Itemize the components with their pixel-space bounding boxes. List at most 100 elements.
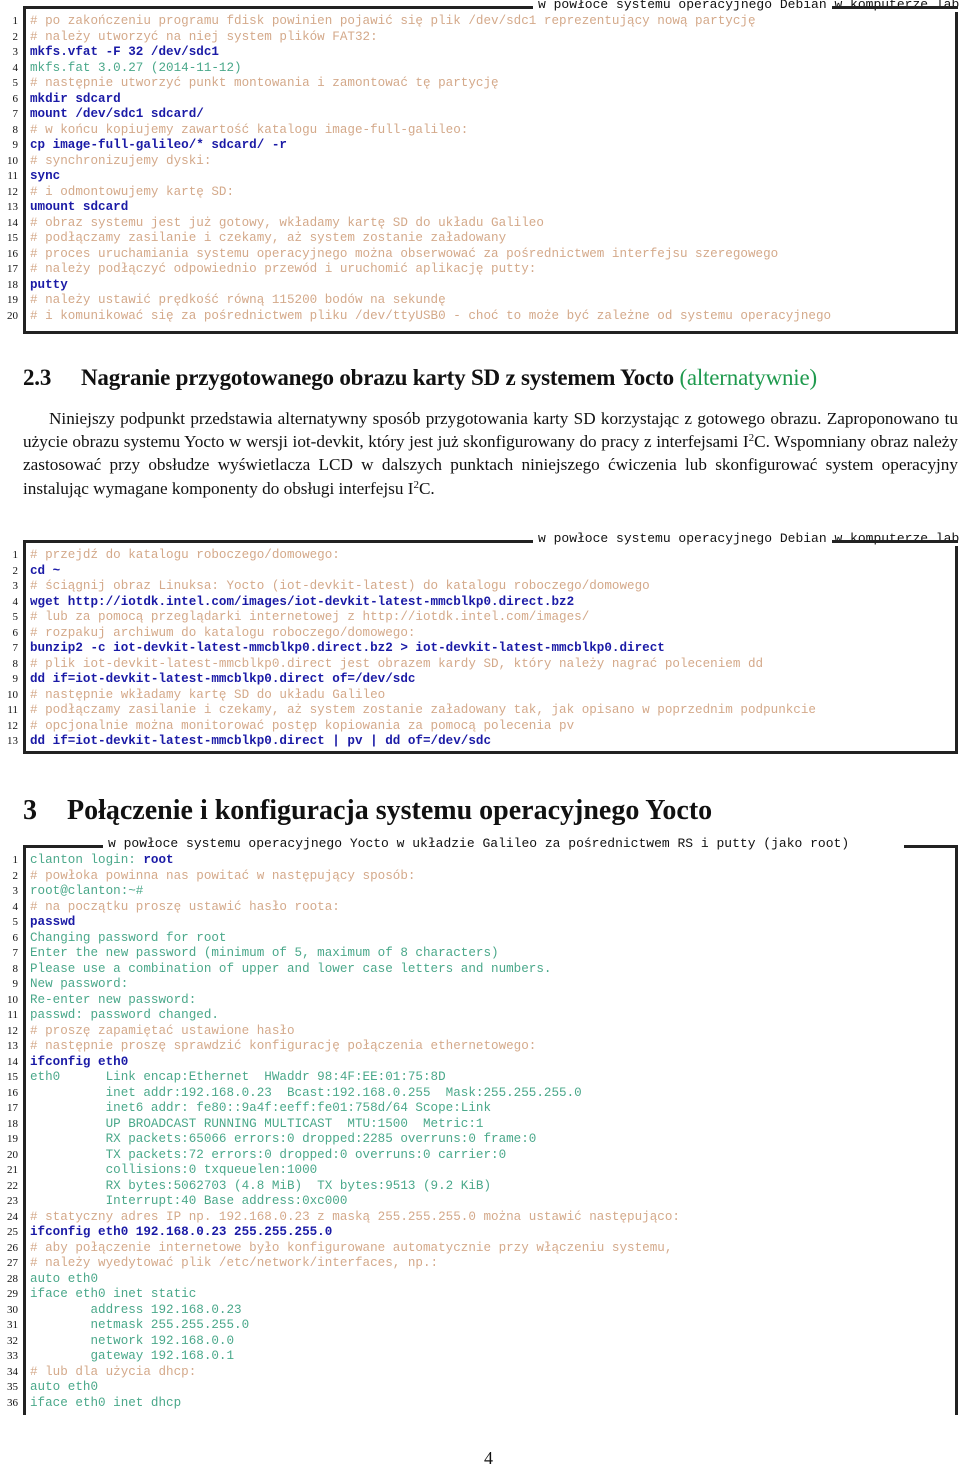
frame-top-border-left: [23, 845, 103, 848]
comment-text: # po zakończeniu programu fdisk powinien…: [30, 14, 756, 28]
line-number: 20: [7, 309, 18, 322]
frame-top-border-left: [23, 6, 533, 9]
line-number: 2: [12, 869, 19, 882]
command-text: bunzip2 -c iot-devkit-latest-mmcblkp0.di…: [30, 641, 665, 655]
code-listing-1: w powłoce systemu operacyjnego Debian w …: [7, 0, 960, 334]
command-text: passwd: [30, 915, 76, 929]
output-text: Enter the new password (minimum of 5, ma…: [30, 946, 499, 960]
section-number: 2.3: [23, 365, 52, 390]
line-number: 30: [7, 1303, 18, 1316]
command-text: putty: [30, 277, 68, 292]
output-text: TX packets:72 errors:0 dropped:0 overrun…: [30, 1147, 507, 1162]
line-number: 1: [12, 549, 19, 561]
comment-text: # synchronizujemy dyski:: [30, 153, 212, 168]
comment-text: # lub dla użycia dhcp:: [30, 1364, 197, 1379]
line-number: 8: [12, 962, 19, 975]
command-text: ifconfig eth0 192.168.0.23 255.255.255.0: [30, 1225, 333, 1239]
comment-text: # plik iot-devkit-latest-mmcblkp0.direct…: [30, 656, 764, 671]
line-number: 35: [7, 1381, 18, 1393]
line-number: 10: [7, 688, 18, 701]
line-number: 7: [12, 947, 19, 959]
code-text: clanton login: root: [30, 853, 174, 869]
comment-text: # proszę zapamiętać ustawione hasło: [30, 1023, 295, 1038]
comment-text: # ściągnij obraz Linuksa: Yocto (iot-dev…: [30, 579, 650, 593]
line-number: 4: [12, 61, 19, 74]
output-text: network 192.168.0.0: [30, 1333, 235, 1348]
line-number: 3: [12, 885, 19, 897]
comment-text: # proces uruchamiania systemu operacyjne…: [30, 246, 779, 261]
line-number: 32: [7, 1334, 18, 1347]
comment-text: # należy utworzyć na niej system plików …: [30, 29, 378, 44]
line-number: 5: [12, 916, 19, 928]
line-number: 19: [7, 294, 18, 306]
output-text: RX bytes:5062703 (4.8 MiB) TX bytes:9513…: [30, 1178, 492, 1193]
output-text: address 192.168.0.23: [30, 1302, 242, 1317]
line-number: 33: [7, 1350, 18, 1362]
command-text: mkfs.vfat -F 32 /dev/sdc1: [30, 45, 219, 59]
line-number: 16: [7, 247, 18, 260]
command-text: mkdir sdcard: [30, 91, 121, 106]
comment-text: # aby połączenie internetowe było konfig…: [30, 1240, 673, 1255]
section-heading-2-3: 2.3 Nagranie przygotowanego obrazu karty …: [23, 365, 817, 391]
command-text: dd if=iot-devkit-latest-mmcblkp0.direct …: [30, 672, 416, 686]
comment-text: # statyczny adres IP np. 192.168.0.23 z …: [30, 1209, 680, 1224]
line-number: 8: [12, 657, 19, 670]
code-listing-3: w powłoce systemu operacyjnego Yocto w u…: [7, 837, 958, 1415]
line-number: 6: [12, 931, 19, 944]
comment-text: # powłoka powinna nas powitać w następuj…: [30, 868, 416, 883]
output-text: clanton login:: [30, 853, 144, 867]
comment-text: # na początku proszę ustawić hasło roota…: [30, 899, 340, 914]
output-text: gateway 192.168.0.1: [30, 1349, 235, 1363]
line-number: 14: [7, 216, 18, 229]
line-number: 7: [12, 108, 19, 120]
frame-top-border-right: [832, 6, 958, 9]
line-number: 1: [12, 854, 19, 866]
line-number: 10: [7, 154, 18, 167]
output-text: New password:: [30, 977, 129, 991]
line-number: 12: [7, 185, 18, 198]
comment-text: # i odmontowujemy kartę SD:: [30, 184, 235, 199]
comment-text: # przejdź do katalogu roboczego/domowego…: [30, 548, 340, 562]
section-heading-3: 3 Połączenie i konfiguracja systemu opera…: [23, 795, 712, 827]
frame-top-border-right: [832, 540, 958, 543]
comment-text: # i komunikować się za pośrednictwem pli…: [30, 308, 832, 323]
line-number: 11: [7, 704, 18, 716]
line-number: 34: [7, 1365, 18, 1378]
frame-top-border-left: [23, 540, 533, 543]
output-text: eth0 Link encap:Ethernet HWaddr 98:4F:EE…: [30, 1070, 446, 1084]
line-number: 25: [7, 1226, 18, 1238]
line-number: 12: [7, 719, 18, 732]
line-number: 5: [12, 611, 19, 623]
comment-text: # należy ustawić prędkość równą 115200 b…: [30, 293, 446, 307]
comment-text: # należy wyedytować plik /etc/network/in…: [30, 1256, 439, 1270]
output-text: collisions:0 txqueuelen:1000: [30, 1163, 318, 1177]
line-number: 13: [7, 1040, 18, 1052]
output-text: Interrupt:40 Base address:0xc000: [30, 1194, 348, 1208]
command-text: mount /dev/sdc1 sdcard/: [30, 107, 204, 121]
line-number: 9: [12, 673, 19, 685]
line-number: 13: [7, 201, 18, 213]
line-number: 17: [7, 1102, 18, 1114]
line-number: 1: [12, 15, 19, 27]
command-text: root: [143, 853, 174, 867]
comment-text: # następnie proszę sprawdzić konfiguracj…: [30, 1039, 537, 1053]
line-number: 3: [12, 46, 19, 58]
comment-text: # w końcu kopiujemy zawartość katalogu i…: [30, 122, 469, 137]
line-number: 4: [12, 595, 19, 608]
comment-text: # opcjonalnie można monitorować postęp k…: [30, 718, 575, 733]
command-text: sync: [30, 169, 61, 183]
comment-text: # obraz systemu jest już gotowy, wkładam…: [30, 215, 544, 230]
line-number: 28: [7, 1272, 18, 1285]
line-number: 19: [7, 1133, 18, 1145]
output-text: auto eth0: [30, 1271, 99, 1286]
output-text: UP BROADCAST RUNNING MULTICAST MTU:1500 …: [30, 1116, 484, 1131]
output-text: inet addr:192.168.0.23 Bcast:192.168.0.2…: [30, 1085, 582, 1100]
line-number: 17: [7, 263, 18, 275]
command-text: dd if=iot-devkit-latest-mmcblkp0.direct …: [30, 734, 492, 748]
output-text: netmask 255.255.255.0: [30, 1318, 250, 1332]
comment-text: # rozpakuj archiwum do katalogu roboczeg…: [30, 625, 416, 640]
output-text: Changing password for root: [30, 930, 227, 945]
line-number: 4: [12, 900, 19, 913]
line-number: 31: [7, 1319, 18, 1331]
listing-title: w powłoce systemu operacyjnego Debian w …: [534, 532, 960, 546]
